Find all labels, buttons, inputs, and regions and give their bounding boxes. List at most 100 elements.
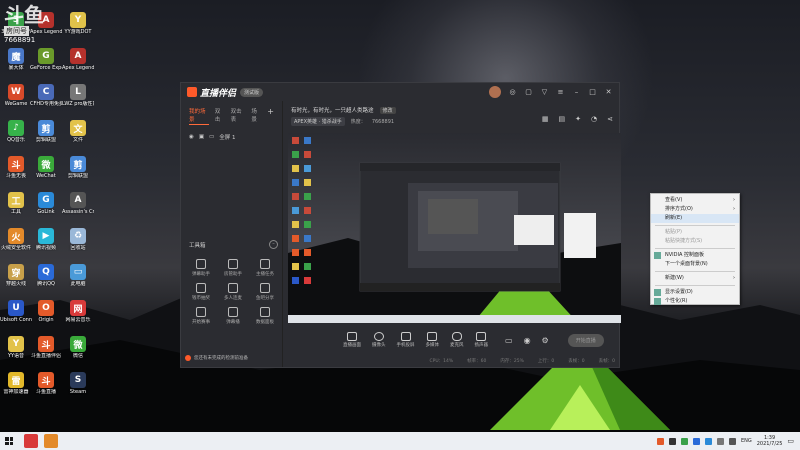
eye-toggle-icon[interactable]: ◉ (524, 336, 531, 345)
desktop-icon[interactable]: LLWZ pro版性能监测 (62, 84, 94, 107)
close-button[interactable]: ✕ (604, 88, 613, 97)
notice-bar[interactable]: 您还有未完成的检测前准备 (185, 355, 248, 361)
desktop-icon[interactable]: 工工具 (0, 192, 32, 215)
window-titlebar[interactable]: 直播伴侣 测试版 ◎ ▢ ▽ ≡ – □ ✕ (181, 83, 619, 101)
taskbar-douyu-icon[interactable] (44, 434, 58, 448)
user-avatar[interactable] (489, 86, 501, 98)
desktop-icon[interactable]: S Steam (62, 372, 94, 395)
bell-icon[interactable]: ◔ (591, 115, 597, 123)
layout-icon[interactable]: ▤ (559, 115, 566, 123)
desktop-icon[interactable]: UUbisoft Connect (0, 300, 32, 323)
context-menu-item[interactable]: 新建(W) › (651, 274, 739, 283)
desktop-icon[interactable]: A Apex Legends (62, 48, 94, 71)
tray-app-icon[interactable] (656, 437, 664, 445)
desktop-icon[interactable]: G GoLink (30, 192, 62, 215)
context-menu-item[interactable]: NVIDIA 控制面板 (651, 251, 739, 260)
edit-title-button[interactable]: 修改 (379, 106, 396, 114)
desktop-icon[interactable]: 剪剪辑联盟 (62, 156, 94, 179)
desktop-icon[interactable]: 微 WeChat (30, 156, 62, 179)
tool-data-panel[interactable]: 数据面板 (249, 307, 281, 325)
scene-item[interactable]: ◉ ▣ ▭ 全屏 1 (181, 127, 282, 147)
tool-label: 鱼吧分享 (256, 296, 274, 301)
context-menu-item[interactable]: 排序方式(O) › (651, 205, 739, 214)
share-icon[interactable]: ⋖ (607, 115, 613, 123)
volume-icon[interactable] (728, 437, 736, 445)
tool-lottery[interactable]: 钱币抽奖 (185, 283, 217, 301)
tray-app-icon[interactable] (680, 437, 688, 445)
tool-multi-mic[interactable]: 多人连麦 (217, 283, 249, 301)
desktop-icon[interactable]: 剪剪辑联盟 (30, 120, 62, 143)
context-menu-item[interactable]: 个性化(R) (651, 297, 739, 306)
toolbox-collapse-icon[interactable]: – (269, 240, 278, 249)
desktop-icon[interactable]: 雷雷神加速器 (0, 372, 32, 395)
desktop-icon[interactable]: 斗斗鱼无畏 (0, 156, 32, 179)
desktop-icon[interactable]: W WeGame (0, 84, 32, 107)
microphone-button[interactable]: 麦克风 (450, 332, 464, 348)
desktop-app-icon: 斗 (8, 156, 24, 172)
desktop-icon[interactable]: 网网易云音乐 (62, 300, 94, 323)
camera-button[interactable]: 摄像头 (372, 332, 386, 348)
tool-event[interactable]: 开始赛事 (185, 307, 217, 325)
tool-danmu-assistant[interactable]: 弹幕助手 (185, 259, 217, 277)
system-clock[interactable]: 1:39 2021/7/25 (757, 435, 783, 447)
gift-icon[interactable]: ◎ (508, 88, 517, 97)
start-live-button[interactable]: 开始直播 (567, 333, 604, 347)
desktop-icon[interactable]: ♪ QQ音乐 (0, 120, 32, 143)
context-menu-item[interactable]: 下一个桌面背景(N) (651, 260, 739, 269)
tray-qq-icon[interactable] (692, 437, 700, 445)
add-scene-icon[interactable]: + (267, 107, 274, 125)
start-button[interactable] (0, 432, 18, 450)
effects-icon[interactable]: ✦ (575, 115, 581, 123)
desktop-icon[interactable]: Y YY游戏DOT (62, 12, 94, 35)
speaker-button[interactable]: 扬声器 (475, 332, 488, 348)
notification-icon[interactable]: ▭ (787, 437, 794, 445)
status-item: CPU：14% (429, 359, 454, 364)
desktop-icon[interactable]: O Origin (30, 300, 62, 323)
screen-capture-button[interactable]: 直播画面 (343, 332, 361, 348)
tab-my-scenes[interactable]: 我的场景 (189, 107, 209, 125)
desktop-icon[interactable]: 微微信 (62, 336, 94, 359)
taskbar-app-icon[interactable] (24, 434, 38, 448)
package-icon[interactable]: ▦ (542, 115, 549, 123)
desktop-icon[interactable]: Q 腾讯QQ (30, 264, 62, 287)
desktop-icon[interactable]: 斗斗鱼直播 (30, 372, 62, 395)
phone-cast-button[interactable]: 手机投屏 (397, 332, 415, 348)
menu-icon[interactable]: ≡ (556, 88, 565, 97)
tool-share[interactable]: 鱼吧分享 (249, 283, 281, 301)
tool-streamer-tasks[interactable]: 主播任务 (249, 259, 281, 277)
lock-icon[interactable]: ▣ (199, 134, 204, 140)
tab-4[interactable]: 场景 (251, 107, 261, 125)
desktop-icon[interactable]: CCFHD专用免费工具 (30, 84, 62, 107)
tab-2[interactable]: 双击 (215, 107, 225, 125)
desktop-icon[interactable]: 火火绒安全软件 (0, 228, 32, 251)
menu-item-label: 显示设置(D) (665, 289, 693, 295)
filter-icon[interactable]: ▽ (540, 88, 549, 97)
stream-preview[interactable] (288, 133, 621, 323)
tray-app-icon[interactable] (704, 437, 712, 445)
desktop-icon[interactable]: 文文件 (62, 120, 94, 143)
context-menu-item[interactable]: 刷新(E) (651, 214, 739, 223)
tab-3[interactable]: 双击表 (231, 107, 246, 125)
tray-mic-icon[interactable] (668, 437, 676, 445)
desktop-icon[interactable]: Y YY语音 (0, 336, 32, 359)
minimize-button[interactable]: – (572, 88, 581, 97)
tool-room-admin[interactable]: 房管助手 (217, 259, 249, 277)
maximize-button[interactable]: □ (588, 88, 597, 97)
language-indicator[interactable]: ENG (741, 438, 752, 444)
desktop-icon[interactable]: ♻ 回收站 (62, 228, 94, 251)
context-menu-item[interactable]: 查看(V) › (651, 196, 739, 205)
desktop-icon[interactable]: ▭ 此电脑 (62, 264, 94, 287)
media-button[interactable]: 多媒体 (426, 332, 439, 348)
record-icon[interactable]: ▭ (505, 336, 513, 345)
context-menu-item[interactable]: 显示设置(D) (651, 288, 739, 297)
settings-gear-icon[interactable]: ⚙ (542, 336, 549, 345)
desktop-icon[interactable]: 斗斗鱼直播伴侣 (30, 336, 62, 359)
category-tag[interactable]: APEX英雄 · 猎杀战手 (291, 117, 345, 126)
desktop-icon[interactable]: 穿穿越火线 (0, 264, 32, 287)
eye-icon[interactable]: ◉ (189, 134, 194, 140)
network-icon[interactable] (716, 437, 724, 445)
tool-danmu-broadcast[interactable]: 弹幕播 (217, 307, 249, 325)
desktop-icon[interactable]: ▶ 腾讯视频 (30, 228, 62, 251)
mail-icon[interactable]: ▢ (524, 88, 533, 97)
desktop-icon[interactable]: AAssassin's Creed Unity (62, 192, 94, 215)
